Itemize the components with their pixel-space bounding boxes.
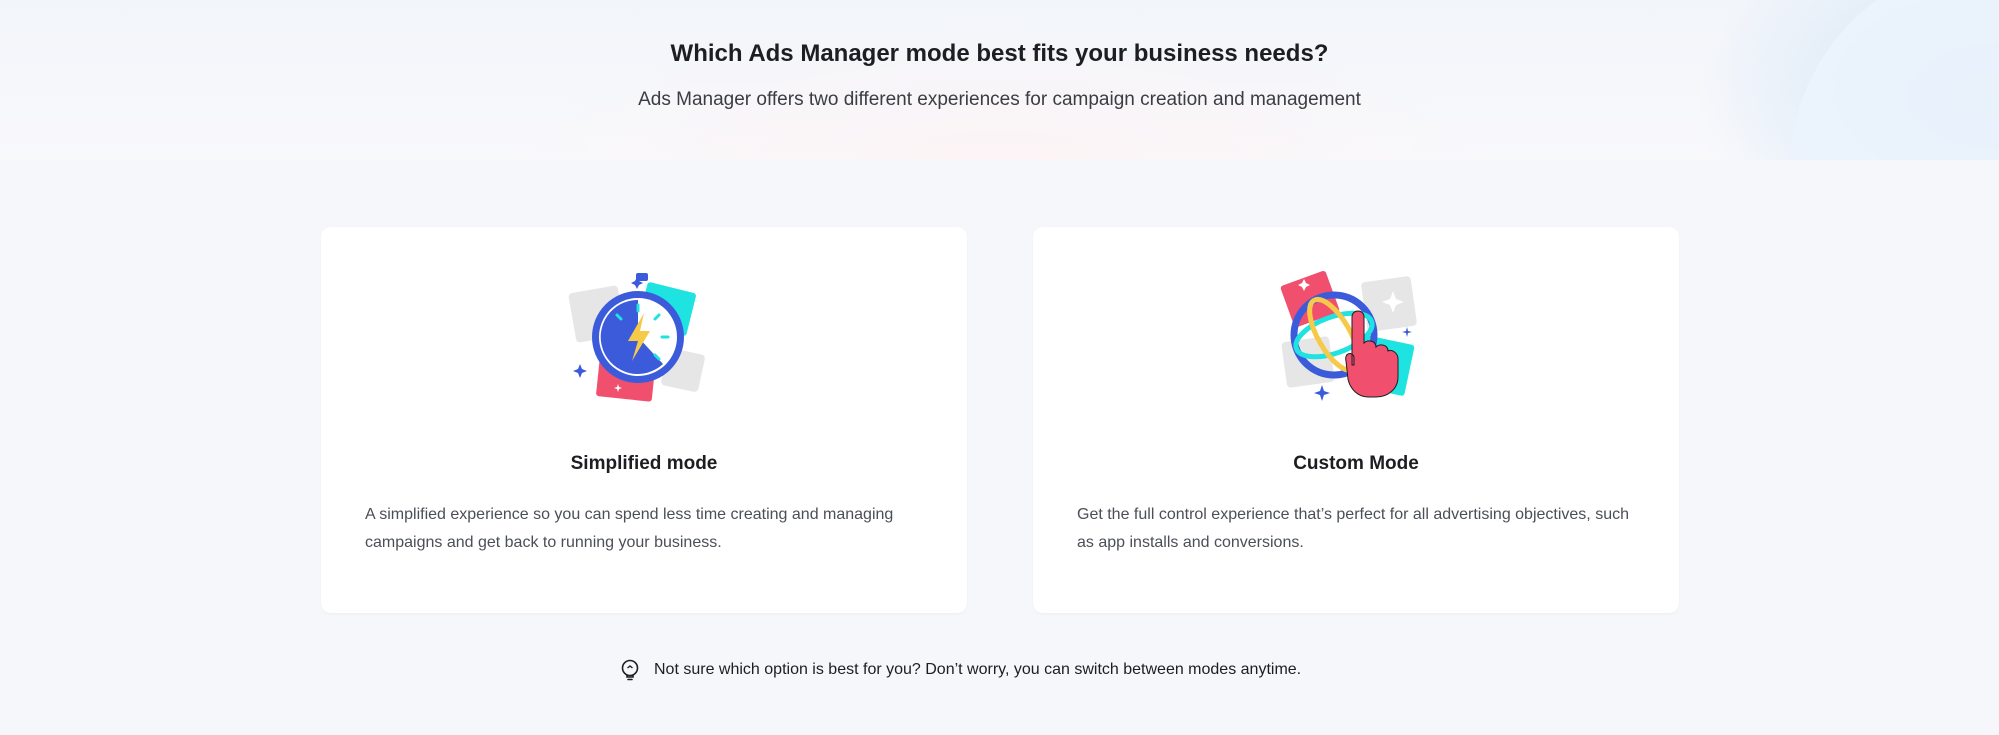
header-banner: Which Ads Manager mode best fits your bu…: [0, 0, 1999, 160]
custom-mode-card[interactable]: Custom Mode Get the full control experie…: [1033, 227, 1679, 613]
page-subtitle: Ads Manager offers two different experie…: [638, 89, 1361, 110]
simplified-mode-description: A simplified experience so you can spend…: [365, 506, 894, 551]
custom-mode-title: Custom Mode: [1293, 453, 1419, 474]
globe-hand-illustration: [1033, 269, 1679, 409]
page-title: Which Ads Manager mode best fits your bu…: [670, 40, 1329, 67]
decorative-arc: [1790, 0, 1999, 160]
custom-mode-description: Get the full control experience that’s p…: [1077, 506, 1629, 551]
lightbulb-icon: [621, 659, 639, 681]
switch-mode-tip: Not sure which option is best for you? D…: [620, 658, 1301, 682]
tip-text: Not sure which option is best for you? D…: [654, 661, 1302, 678]
simplified-mode-title: Simplified mode: [570, 453, 718, 474]
simplified-mode-card[interactable]: Simplified mode A simplified experience …: [321, 227, 967, 613]
stopwatch-lightning-illustration: [321, 269, 967, 409]
